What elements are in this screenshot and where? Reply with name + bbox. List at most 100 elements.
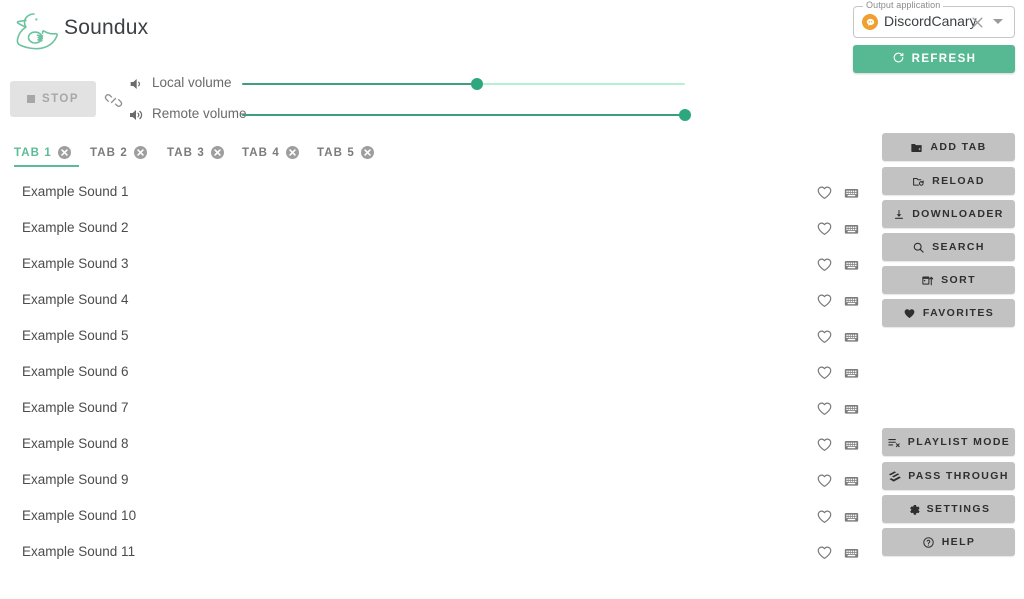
sound-row[interactable]: Example Sound 9 bbox=[0, 463, 868, 499]
sound-row[interactable]: Example Sound 8 bbox=[0, 427, 868, 463]
settings-button[interactable]: SETTINGS bbox=[882, 495, 1015, 523]
sound-row[interactable]: Example Sound 10 bbox=[0, 499, 868, 535]
side-button-label: SORT bbox=[941, 274, 976, 286]
heart-outline-icon[interactable] bbox=[816, 472, 833, 489]
downloader-button[interactable]: DOWNLOADER bbox=[882, 200, 1015, 228]
tab-label: TAB 2 bbox=[90, 146, 128, 159]
sound-row[interactable]: Example Sound 1 bbox=[0, 175, 868, 211]
reload-button[interactable]: RELOAD bbox=[882, 167, 1015, 195]
sound-name: Example Sound 5 bbox=[22, 328, 129, 343]
sound-row[interactable]: Example Sound 2 bbox=[0, 211, 868, 247]
refresh-button-label: REFRESH bbox=[911, 53, 977, 65]
sound-name: Example Sound 7 bbox=[22, 400, 129, 415]
tab-label: TAB 5 bbox=[317, 146, 355, 159]
close-icon[interactable] bbox=[970, 15, 985, 30]
sound-name: Example Sound 11 bbox=[22, 544, 136, 559]
tab-label: TAB 3 bbox=[167, 146, 205, 159]
keyboard-icon[interactable] bbox=[843, 293, 860, 309]
keyboard-icon[interactable] bbox=[843, 473, 860, 489]
playlist-icon bbox=[887, 436, 901, 449]
heart-outline-icon[interactable] bbox=[816, 328, 833, 345]
sound-name: Example Sound 4 bbox=[22, 292, 129, 307]
tab-3[interactable]: TAB 3 bbox=[167, 138, 224, 167]
tab-4[interactable]: TAB 4 bbox=[242, 138, 299, 167]
side-button-label: FAVORITES bbox=[922, 307, 995, 319]
gear-icon bbox=[907, 503, 920, 516]
output-application-select[interactable]: Output application DiscordCanary bbox=[853, 0, 1015, 38]
pass-through-button[interactable]: PASS THROUGH bbox=[882, 462, 1015, 490]
playlist-mode-button[interactable]: PLAYLIST MODE bbox=[882, 428, 1015, 456]
slider-fill bbox=[242, 83, 477, 85]
sound-row[interactable]: Example Sound 11 bbox=[0, 535, 868, 571]
heart-outline-icon[interactable] bbox=[816, 184, 833, 201]
sound-name: Example Sound 8 bbox=[22, 436, 129, 451]
heart-outline-icon[interactable] bbox=[816, 400, 833, 417]
duck-logo-icon bbox=[12, 8, 62, 58]
tab-1[interactable]: TAB 1 bbox=[14, 138, 79, 167]
side-button-label: PASS THROUGH bbox=[908, 470, 1009, 482]
folder-plus-icon bbox=[910, 141, 923, 154]
sound-row[interactable]: Example Sound 7 bbox=[0, 391, 868, 427]
keyboard-icon[interactable] bbox=[843, 401, 860, 417]
remote-volume-label: Remote volume bbox=[152, 106, 247, 121]
keyboard-icon[interactable] bbox=[843, 545, 860, 561]
tab-close-icon[interactable] bbox=[210, 146, 224, 159]
link-off-icon[interactable] bbox=[104, 91, 123, 115]
tab-2[interactable]: TAB 2 bbox=[90, 138, 147, 167]
heart-outline-icon[interactable] bbox=[816, 508, 833, 525]
heart-outline-icon[interactable] bbox=[816, 436, 833, 453]
sound-row[interactable]: Example Sound 3 bbox=[0, 247, 868, 283]
stop-button-label: STOP bbox=[41, 93, 80, 105]
keyboard-icon[interactable] bbox=[843, 365, 860, 381]
heart-outline-icon[interactable] bbox=[816, 220, 833, 237]
slider-thumb[interactable] bbox=[679, 109, 691, 121]
favorites-button[interactable]: FAVORITES bbox=[882, 299, 1015, 327]
sound-row[interactable]: Example Sound 5 bbox=[0, 319, 868, 355]
add-tab-button[interactable]: ADD TAB bbox=[882, 133, 1015, 161]
output-application-value: DiscordCanary bbox=[884, 13, 977, 29]
keyboard-icon[interactable] bbox=[843, 221, 860, 237]
chevron-down-icon[interactable] bbox=[993, 19, 1003, 24]
discord-icon bbox=[862, 14, 878, 30]
tab-close-icon[interactable] bbox=[133, 146, 147, 159]
remote-volume-control: Remote volume bbox=[128, 105, 828, 125]
side-button-label: DOWNLOADER bbox=[912, 208, 1004, 220]
slider-thumb[interactable] bbox=[470, 78, 483, 90]
sort-calendar-icon bbox=[921, 274, 934, 287]
side-button-label: RELOAD bbox=[932, 175, 985, 187]
refresh-button[interactable]: REFRESH bbox=[853, 45, 1015, 73]
local-volume-label: Local volume bbox=[152, 75, 232, 90]
output-application-label: Output application bbox=[863, 0, 944, 10]
tab-5[interactable]: TAB 5 bbox=[317, 138, 374, 167]
search-icon bbox=[912, 241, 925, 254]
keyboard-icon[interactable] bbox=[843, 257, 860, 273]
heart-outline-icon[interactable] bbox=[816, 256, 833, 273]
heart-outline-icon[interactable] bbox=[816, 544, 833, 561]
tab-close-icon[interactable] bbox=[57, 146, 71, 159]
stop-button[interactable]: STOP bbox=[10, 81, 96, 117]
help-button[interactable]: HELP bbox=[882, 528, 1015, 556]
keyboard-icon[interactable] bbox=[843, 329, 860, 345]
side-button-label: SEARCH bbox=[932, 241, 985, 253]
sound-name: Example Sound 2 bbox=[22, 220, 129, 235]
tab-close-icon[interactable] bbox=[360, 146, 374, 159]
side-button-label: HELP bbox=[941, 536, 976, 548]
tab-close-icon[interactable] bbox=[285, 146, 299, 159]
remote-volume-slider[interactable] bbox=[242, 105, 691, 125]
sound-row[interactable]: Example Sound 4 bbox=[0, 283, 868, 319]
download-icon bbox=[893, 208, 905, 221]
refresh-icon bbox=[892, 51, 905, 67]
keyboard-icon[interactable] bbox=[843, 437, 860, 453]
volume-low-icon bbox=[128, 76, 144, 97]
folder-refresh-icon bbox=[912, 175, 925, 188]
search-button[interactable]: SEARCH bbox=[882, 233, 1015, 261]
sort-button[interactable]: SORT bbox=[882, 266, 1015, 294]
sound-list: Example Sound 1 Example Sound 2 Example So… bbox=[0, 175, 868, 599]
local-volume-slider[interactable] bbox=[242, 74, 685, 94]
keyboard-icon[interactable] bbox=[843, 509, 860, 525]
keyboard-icon[interactable] bbox=[843, 185, 860, 201]
heart-outline-icon[interactable] bbox=[816, 292, 833, 309]
heart-outline-icon[interactable] bbox=[816, 364, 833, 381]
heart-filled-icon bbox=[903, 307, 916, 320]
sound-row[interactable]: Example Sound 6 bbox=[0, 355, 868, 391]
